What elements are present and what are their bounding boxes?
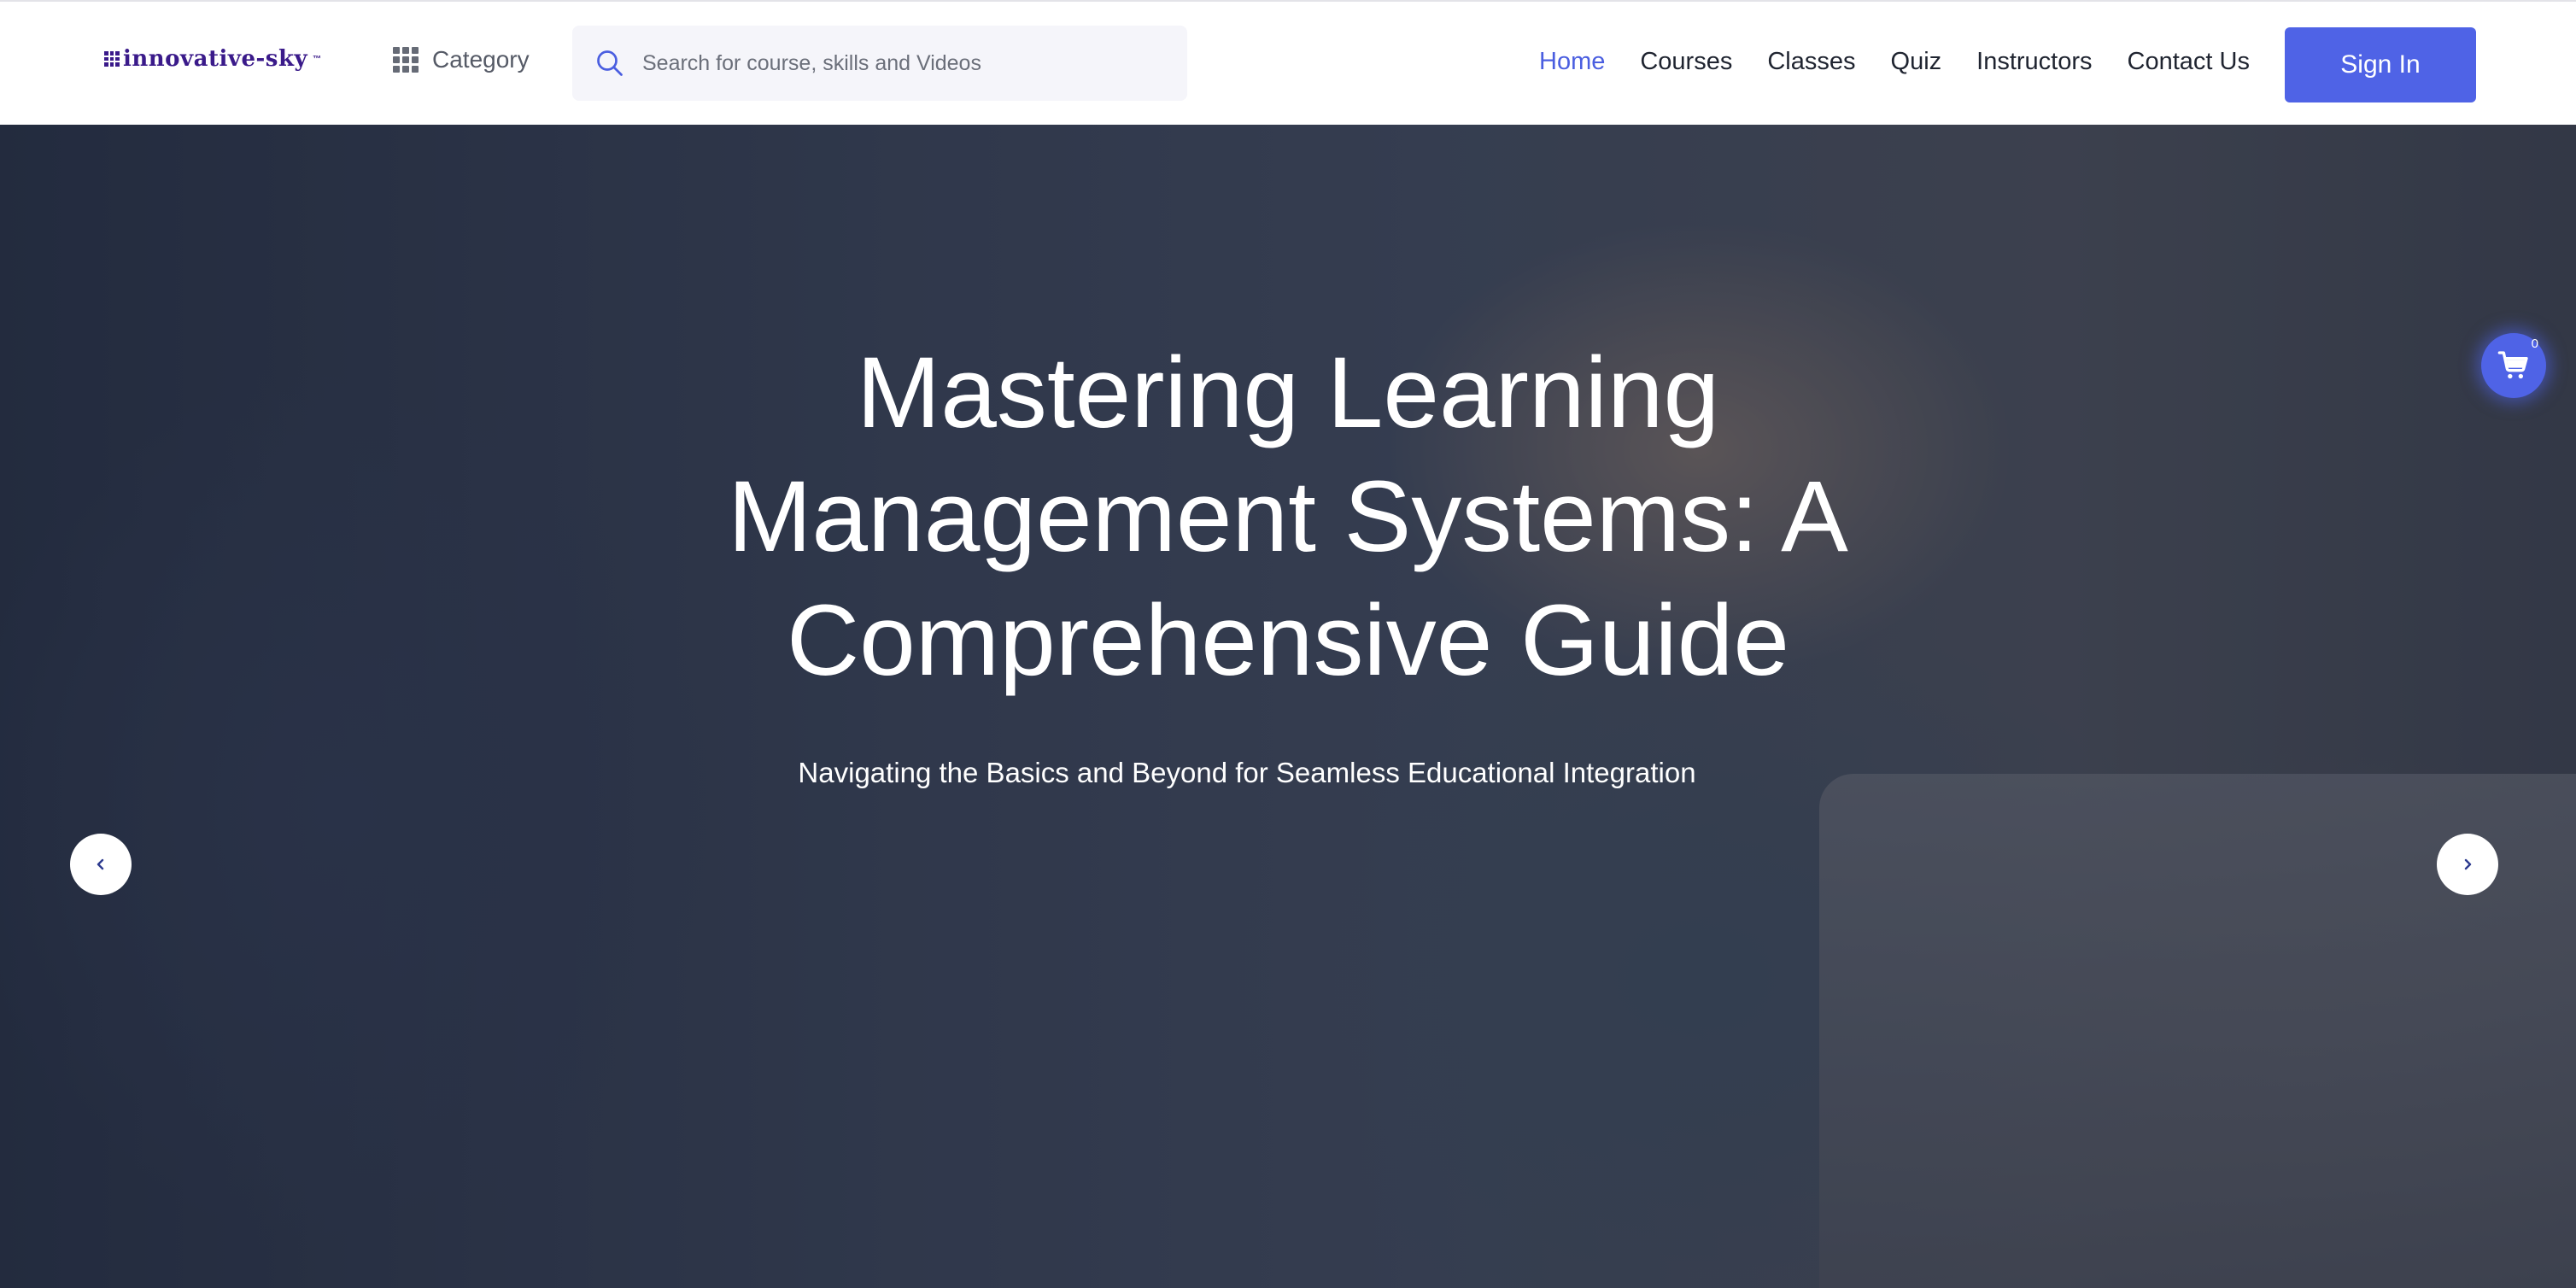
category-label: Category	[432, 46, 530, 73]
search-icon	[597, 50, 623, 76]
main-nav: Home Courses Classes Quiz Instructors Co…	[1539, 48, 2285, 76]
category-menu-button[interactable]: Category	[393, 46, 530, 73]
chevron-left-icon	[97, 858, 104, 870]
hero-title: Mastering Learning Management Systems: A…	[728, 337, 1848, 697]
nav-link-quiz[interactable]: Quiz	[1891, 48, 1942, 76]
nav-link-instructors[interactable]: Instructors	[1976, 48, 2092, 76]
hero-subtitle: Navigating the Basics and Beyond for Sea…	[798, 757, 1696, 788]
grid-icon	[393, 47, 419, 73]
carousel-next-button[interactable]	[2437, 834, 2498, 895]
hero-overlay	[0, 125, 2576, 1288]
logo-text: innovative-sky	[123, 46, 308, 72]
logo-trademark: ™	[313, 54, 322, 64]
sign-in-button[interactable]: Sign In	[2285, 27, 2476, 102]
cart-count-badge: 0	[2531, 337, 2538, 351]
cart-button[interactable]: 0	[2481, 333, 2546, 398]
nav-link-contact-us[interactable]: Contact Us	[2128, 48, 2250, 76]
cart-icon	[2497, 351, 2528, 379]
search-bar	[572, 26, 1187, 101]
hero-carousel: Mastering Learning Management Systems: A…	[0, 125, 2576, 1288]
chevron-right-icon	[2464, 858, 2472, 870]
logo[interactable]: innovative-sky ™	[104, 46, 322, 72]
nav-link-courses[interactable]: Courses	[1640, 48, 1732, 76]
logo-mark-icon	[104, 51, 120, 67]
nav-link-home[interactable]: Home	[1539, 48, 1605, 76]
site-header: innovative-sky ™ Category Home Courses C…	[0, 2, 2576, 126]
nav-link-classes[interactable]: Classes	[1767, 48, 1855, 76]
carousel-prev-button[interactable]	[70, 834, 132, 895]
search-input[interactable]	[641, 50, 1156, 77]
